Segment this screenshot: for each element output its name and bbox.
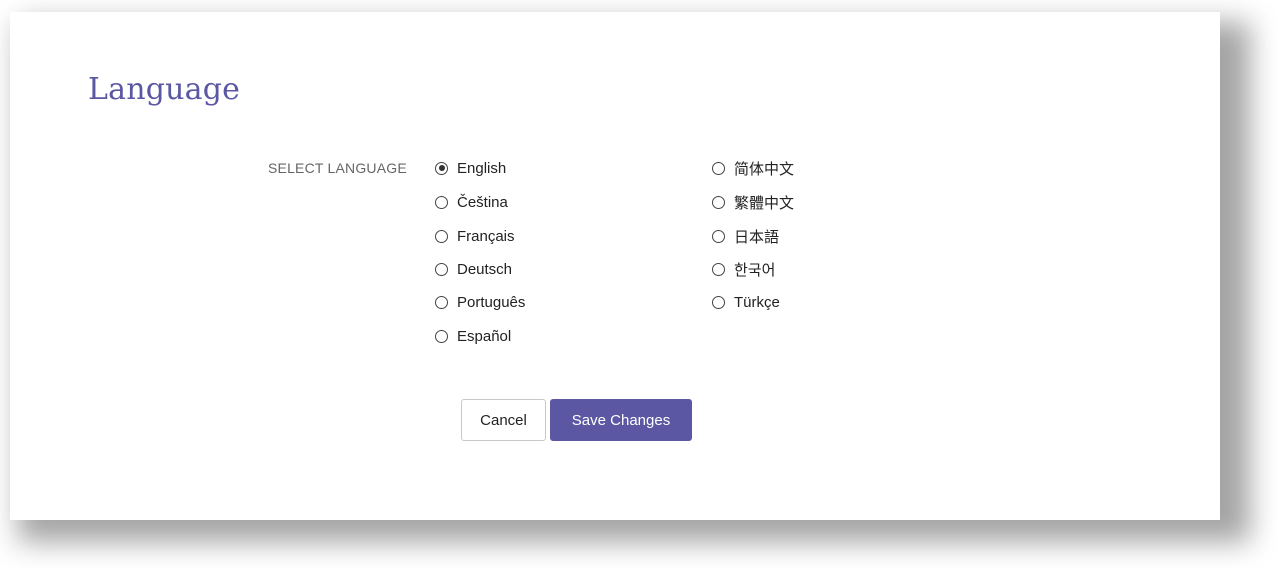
language-label: 日本語 <box>734 228 780 246</box>
radio-unchecked-icon[interactable] <box>435 295 448 309</box>
language-label: Français <box>457 227 515 245</box>
language-label: 한국어 <box>734 261 776 279</box>
radio-unchecked-icon[interactable] <box>712 295 725 309</box>
language-option-portugues[interactable]: Português <box>435 292 525 312</box>
language-option-japanese[interactable]: 日本語 <box>712 226 779 246</box>
radio-unchecked-icon[interactable] <box>435 329 448 343</box>
language-option-espanol[interactable]: Español <box>435 326 511 346</box>
radio-unchecked-icon[interactable] <box>712 161 725 175</box>
radio-unchecked-icon[interactable] <box>712 195 725 209</box>
language-label: Português <box>457 293 526 311</box>
radio-unchecked-icon[interactable] <box>435 195 448 209</box>
language-label: 简体中文 <box>734 160 795 178</box>
language-option-traditional-chinese[interactable]: 繁體中文 <box>712 192 794 212</box>
radio-unchecked-icon[interactable] <box>712 229 725 243</box>
language-label: Čeština <box>457 193 508 211</box>
radio-unchecked-icon[interactable] <box>435 229 448 243</box>
language-option-korean[interactable]: 한국어 <box>712 259 775 279</box>
radio-checked-icon[interactable] <box>435 161 448 175</box>
cancel-button[interactable]: Cancel <box>461 399 546 441</box>
language-label: English <box>457 159 507 177</box>
language-label: Español <box>457 327 512 345</box>
language-option-francais[interactable]: Français <box>435 226 515 246</box>
radio-unchecked-icon[interactable] <box>435 262 448 276</box>
language-option-deutsch[interactable]: Deutsch <box>435 259 512 279</box>
language-option-simplified-chinese[interactable]: 简体中文 <box>712 158 794 178</box>
radio-unchecked-icon[interactable] <box>712 262 725 276</box>
language-label: Türkçe <box>734 293 780 311</box>
language-label: 繁體中文 <box>734 194 795 212</box>
language-option-cestina[interactable]: Čeština <box>435 192 508 212</box>
language-label: Deutsch <box>457 260 513 278</box>
language-option-turkish[interactable]: Türkçe <box>712 292 780 312</box>
page-title: Language <box>88 72 241 107</box>
language-settings-card: Language SELECT LANGUAGE English Čeština… <box>10 12 1220 520</box>
save-changes-button[interactable]: Save Changes <box>550 399 692 441</box>
language-option-english[interactable]: English <box>435 158 506 178</box>
select-language-label: SELECT LANGUAGE <box>268 160 407 176</box>
